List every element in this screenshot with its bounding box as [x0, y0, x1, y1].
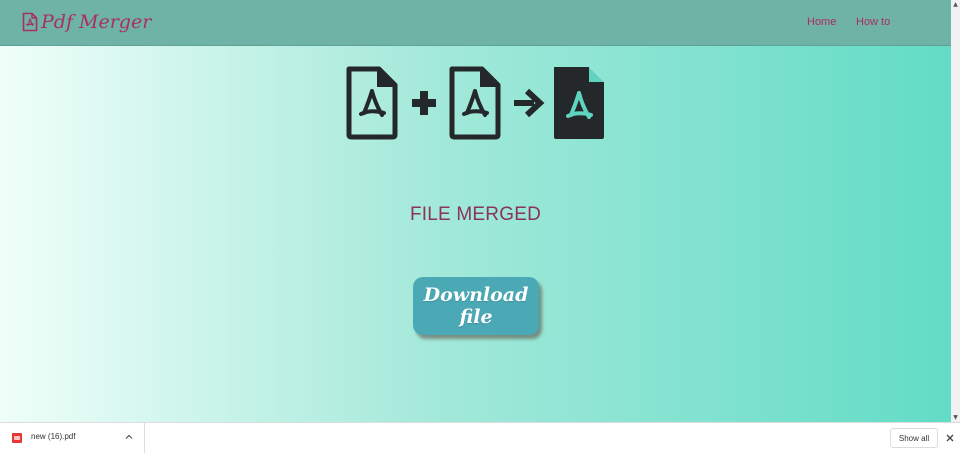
arrow-right-icon [514, 88, 545, 118]
downloads-bar: new (16).pdf Show all [0, 422, 960, 453]
pdf-file-icon [449, 66, 501, 140]
merged-pdf-icon [554, 67, 604, 139]
show-all-button[interactable]: Show all [890, 428, 938, 448]
pdf-file-icon [12, 433, 22, 443]
scroll-down-icon[interactable]: ▼ [951, 413, 960, 422]
nav-link-how-to[interactable]: How to [856, 16, 890, 28]
scroll-up-icon[interactable]: ▲ [951, 0, 960, 9]
download-file-button[interactable]: Download file [413, 277, 539, 335]
merge-illustration [346, 66, 604, 140]
plus-icon [412, 91, 436, 115]
brand-name: Pdf Merger [41, 11, 152, 33]
download-filename: new (16).pdf [31, 432, 76, 441]
download-item[interactable]: new (16).pdf [0, 423, 145, 453]
close-icon[interactable] [945, 433, 955, 443]
status-message: FILE MERGED [410, 204, 541, 225]
chevron-up-icon[interactable] [124, 432, 134, 442]
navbar: Pdf Merger Home How to [0, 0, 951, 46]
main-content: FILE MERGED Download file [0, 46, 951, 422]
brand[interactable]: Pdf Merger [22, 11, 151, 33]
pdf-file-icon [22, 12, 38, 32]
download-button-label: Download file [423, 284, 529, 328]
page-scrollbar[interactable]: ▲ ▼ [951, 0, 960, 422]
nav-link-home[interactable]: Home [807, 16, 836, 28]
pdf-file-icon [346, 66, 398, 140]
